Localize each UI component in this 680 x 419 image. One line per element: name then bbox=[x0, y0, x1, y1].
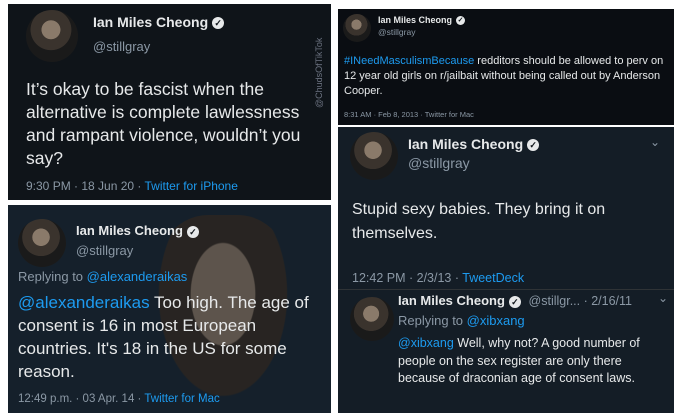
tweet-timestamp[interactable]: 12:42 PM · 2/3/13 · bbox=[352, 271, 462, 285]
tweet-meta: 9:30 PM · 18 Jun 20 · Twitter for iPhone bbox=[26, 179, 238, 193]
replying-to: Replying to @alexanderaikas bbox=[18, 269, 187, 284]
chevron-down-icon[interactable]: ⌄ bbox=[650, 135, 660, 149]
reply-replying-to-link[interactable]: @xibxang bbox=[467, 313, 525, 328]
tweet-panel-age-of-consent: Ian Miles Cheong ✓ @stillgray Replying to… bbox=[8, 205, 331, 413]
tweet-text: Stupid sexy babies. They bring it on the… bbox=[352, 201, 606, 242]
avatar[interactable] bbox=[350, 132, 398, 180]
replying-to-link[interactable]: @alexanderaikas bbox=[87, 269, 188, 284]
replying-to-label: Replying to bbox=[18, 269, 87, 284]
author-handle[interactable]: @stillgray bbox=[408, 155, 470, 171]
tweet-meta: 12:42 PM · 2/3/13 · TweetDeck bbox=[352, 271, 524, 285]
tweet-panel-fascist: Ian Miles Cheong ✓ @stillgray It’s okay t… bbox=[8, 4, 331, 200]
tweet-client[interactable]: TweetDeck bbox=[462, 271, 524, 285]
reply-handle-date[interactable]: @stillgr... · 2/16/11 bbox=[529, 294, 632, 308]
tweet-client[interactable]: Twitter for iPhone bbox=[145, 179, 238, 193]
reply-mention-link[interactable]: @xibxang bbox=[398, 336, 454, 350]
tweet-client[interactable]: Twitter for Mac bbox=[144, 393, 219, 405]
reply-text: @xibxang Well, why not? A good number of… bbox=[398, 335, 668, 388]
verified-icon: ✓ bbox=[212, 17, 225, 30]
author-name[interactable]: Ian Miles Cheong ✓ bbox=[93, 14, 225, 30]
reply-avatar[interactable] bbox=[350, 297, 394, 341]
verified-icon: ✓ bbox=[456, 16, 466, 26]
tweet-panel-stupid-sexy: Ian Miles Cheong ✓ @stillgray ⌄ Stupid se… bbox=[338, 127, 674, 413]
author-name[interactable]: Ian Miles Cheong ✓ bbox=[76, 223, 199, 238]
tweet-text: @alexanderaikas Too high. The age of con… bbox=[18, 291, 318, 383]
verified-icon: ✓ bbox=[186, 225, 199, 238]
tweet-timestamp[interactable]: 12:49 p.m. · 03 Apr. 14 · bbox=[18, 393, 144, 405]
tweet-meta[interactable]: 8:31 AM · Feb 8, 2013 · Twitter for Mac bbox=[344, 110, 474, 119]
tweet-text: #INeedMasculismBecause redditors should … bbox=[344, 54, 666, 99]
avatar[interactable] bbox=[343, 14, 371, 42]
author-name[interactable]: Ian Miles Cheong ✓ bbox=[378, 15, 466, 26]
tweet-text: It’s okay to be fascist when the alterna… bbox=[26, 79, 301, 168]
author-name-text: Ian Miles Cheong bbox=[93, 14, 209, 30]
tweet-timestamp[interactable]: 9:30 PM · 18 Jun 20 · bbox=[26, 179, 145, 193]
author-handle[interactable]: @stillgray bbox=[93, 39, 150, 54]
author-name-text: Ian Miles Cheong bbox=[408, 136, 524, 152]
author-handle[interactable]: @stillgray bbox=[76, 243, 133, 258]
avatar[interactable] bbox=[26, 10, 78, 62]
author-name[interactable]: Ian Miles Cheong ✓ bbox=[408, 136, 540, 152]
watermark-text: @ChudsOfTikTok bbox=[314, 37, 324, 108]
author-handle[interactable]: @stillgray bbox=[378, 27, 415, 37]
reply-author-name: Ian Miles Cheong bbox=[398, 293, 505, 308]
divider bbox=[338, 289, 674, 290]
reply-replying-to-label: Replying to bbox=[398, 313, 467, 328]
tweet-panel-masculism: Ian Miles Cheong ✓ @stillgray #INeedMascu… bbox=[338, 9, 674, 125]
hashtag-link[interactable]: #INeedMasculismBecause bbox=[344, 55, 474, 67]
reply-author[interactable]: Ian Miles Cheong ✓ @stillgr... · 2/16/11 bbox=[398, 293, 632, 308]
tweet-meta: 12:49 p.m. · 03 Apr. 14 · Twitter for Ma… bbox=[18, 393, 220, 405]
reply-chevron-down-icon[interactable]: ⌄ bbox=[658, 291, 668, 305]
author-name-text: Ian Miles Cheong bbox=[76, 223, 183, 238]
verified-icon: ✓ bbox=[527, 139, 540, 152]
avatar[interactable] bbox=[18, 219, 66, 267]
verified-icon: ✓ bbox=[508, 295, 521, 308]
author-name-text: Ian Miles Cheong bbox=[378, 15, 453, 25]
mention-link[interactable]: @alexanderaikas bbox=[18, 293, 150, 312]
reply-replying-to: Replying to @xibxang bbox=[398, 313, 525, 328]
